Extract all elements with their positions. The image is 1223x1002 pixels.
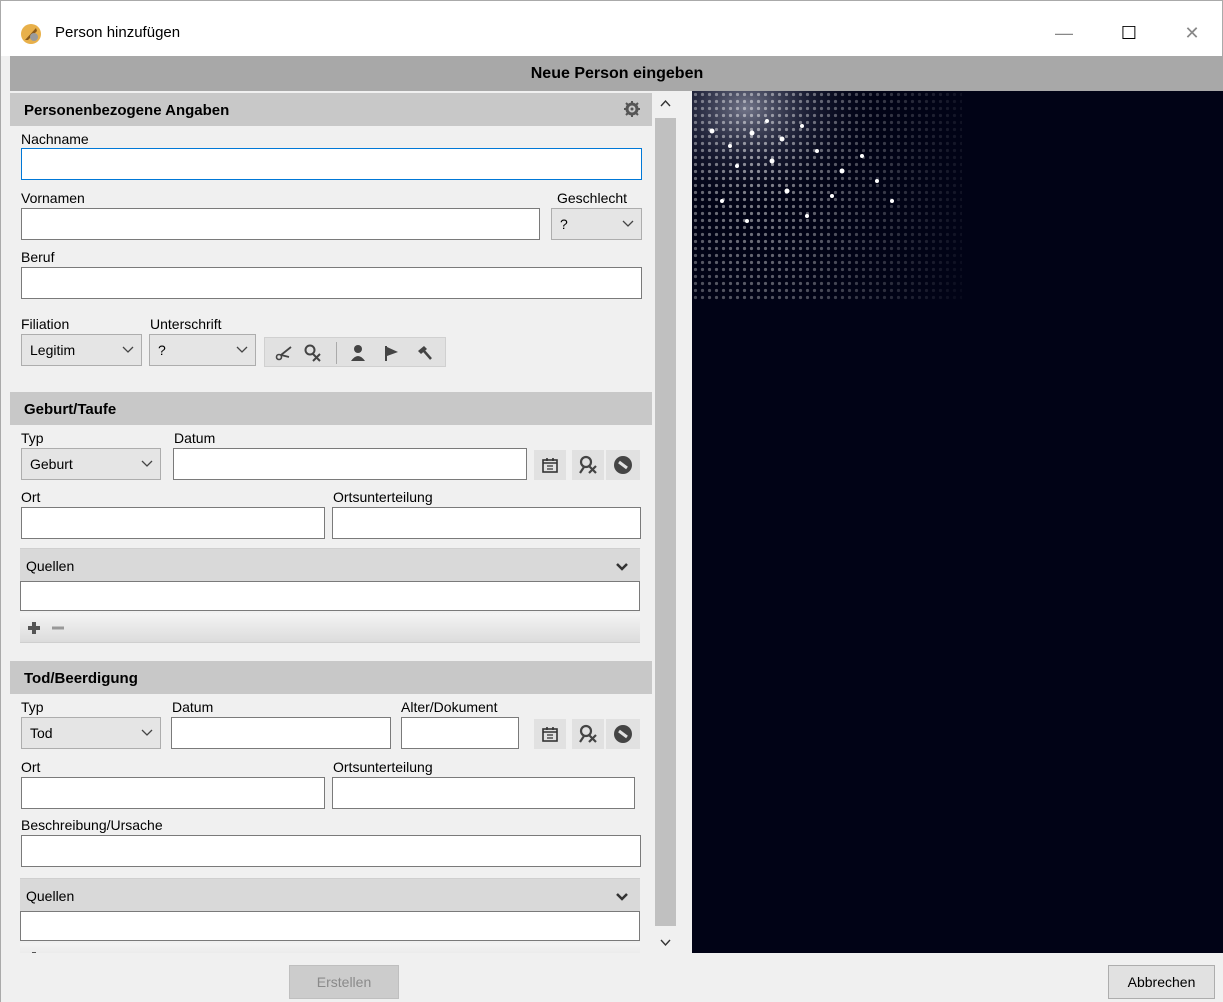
section-personal-heading: Personenbezogene Angaben [10, 93, 652, 126]
death-subdivision-field[interactable] [332, 777, 635, 809]
gender-label: Geschlecht [557, 190, 628, 206]
birth-date-tools [534, 450, 644, 480]
death-place-label: Ort [21, 759, 41, 775]
birth-subdivision-field[interactable] [332, 507, 641, 539]
chevron-down-icon [621, 209, 635, 239]
form-scrollbar[interactable] [652, 91, 692, 953]
person-icon[interactable] [347, 343, 369, 363]
scissors-icon[interactable] [273, 343, 295, 363]
chevron-down-icon [235, 335, 249, 365]
calendar-icon[interactable] [534, 719, 566, 749]
firstnames-field[interactable] [21, 208, 540, 240]
chevron-down-icon[interactable] [614, 549, 630, 583]
flag-icon[interactable] [381, 343, 403, 363]
birth-type-select[interactable]: Geburt [21, 448, 161, 480]
title-bar: Person hinzufügen — ☐ ✕ [1, 1, 1222, 56]
birth-place-field[interactable] [21, 507, 325, 539]
plus-icon[interactable] [26, 620, 42, 636]
birth-date-field[interactable] [173, 448, 527, 480]
person-toolbar [264, 337, 446, 367]
window-title: Person hinzufügen [55, 24, 181, 41]
death-description-label: Beschreibung/Ursache [21, 817, 163, 833]
minus-icon[interactable] [50, 620, 66, 636]
death-description-field[interactable] [21, 835, 641, 867]
toolbar-divider [336, 342, 337, 364]
death-type-value: Tod [30, 725, 53, 741]
death-sources-list[interactable] [20, 911, 640, 941]
signature-value: ? [158, 342, 166, 358]
chevron-down-icon [140, 449, 154, 479]
death-sources-label: Quellen [26, 888, 75, 904]
death-date-label: Datum [172, 699, 214, 715]
death-type-select[interactable]: Tod [21, 717, 161, 749]
decorative-image [692, 91, 1223, 953]
death-sources-header[interactable]: Quellen [20, 878, 640, 912]
lastname-field[interactable] [21, 148, 642, 180]
birth-sources-toolbar [20, 613, 640, 643]
chevron-down-icon[interactable] [614, 879, 630, 913]
calendar-icon[interactable] [534, 450, 566, 480]
lastname-label: Nachname [21, 131, 89, 147]
death-date-field[interactable] [171, 717, 391, 749]
dialog-footer: Erstellen Abbrechen [1, 953, 1223, 1002]
death-subdivision-label: Ortsunterteilung [333, 759, 433, 775]
birth-date-label: Datum [174, 430, 216, 446]
birth-sources-list[interactable] [20, 581, 640, 611]
create-button[interactable]: Erstellen [289, 965, 399, 999]
maximize-button[interactable]: ☐ [1106, 11, 1152, 55]
section-personal-title: Personenbezogene Angaben [24, 102, 230, 119]
close-button[interactable]: ✕ [1169, 11, 1215, 55]
chevron-down-icon [140, 718, 154, 748]
filiation-label: Filiation [21, 316, 70, 332]
witness-icon[interactable] [572, 450, 604, 480]
death-age-field[interactable] [401, 717, 519, 749]
death-age-label: Alter/Dokument [401, 699, 498, 715]
witness-icon[interactable] [572, 719, 604, 749]
scroll-up-icon[interactable] [655, 95, 676, 113]
unlink-person-icon[interactable] [301, 343, 323, 363]
minimize-button[interactable]: — [1041, 11, 1087, 55]
globe-icon[interactable] [606, 719, 640, 749]
section-birth-title: Geburt/Taufe [24, 401, 117, 418]
death-place-field[interactable] [21, 777, 325, 809]
birth-place-label: Ort [21, 489, 41, 505]
scroll-thumb[interactable] [655, 118, 676, 926]
signature-select[interactable]: ? [149, 334, 256, 366]
hammer-icon[interactable] [413, 343, 435, 363]
dialog-window: Person hinzufügen — ☐ ✕ Neue Person eing… [0, 0, 1223, 1002]
app-feather-icon [20, 23, 42, 45]
mosaic-pattern [692, 91, 1223, 953]
profession-label: Beruf [21, 249, 55, 265]
gear-icon[interactable] [622, 99, 642, 119]
cancel-button[interactable]: Abbrechen [1108, 965, 1215, 999]
section-death-title: Tod/Beerdigung [24, 670, 138, 687]
gender-value: ? [560, 216, 568, 232]
chevron-down-icon [121, 335, 135, 365]
birth-type-label: Typ [21, 430, 44, 446]
filiation-value: Legitim [30, 342, 76, 358]
section-birth-heading: Geburt/Taufe [10, 392, 652, 425]
signature-label: Unterschrift [150, 316, 222, 332]
section-death-heading: Tod/Beerdigung [10, 661, 652, 694]
filiation-select[interactable]: Legitim [21, 334, 142, 366]
firstnames-label: Vornamen [21, 190, 85, 206]
person-form: Personenbezogene Angaben Nachname Vornam… [10, 91, 652, 953]
page-title: Neue Person eingeben [10, 56, 1223, 91]
death-date-tools [534, 719, 644, 749]
death-type-label: Typ [21, 699, 44, 715]
gender-select[interactable]: ? [551, 208, 642, 240]
birth-sources-header[interactable]: Quellen [20, 548, 640, 582]
birth-subdivision-label: Ortsunterteilung [333, 489, 433, 505]
birth-sources-label: Quellen [26, 558, 75, 574]
birth-type-value: Geburt [30, 456, 73, 472]
death-sources-toolbar [20, 943, 640, 953]
profession-field[interactable] [21, 267, 642, 299]
globe-icon[interactable] [606, 450, 640, 480]
scroll-down-icon[interactable] [655, 933, 676, 951]
